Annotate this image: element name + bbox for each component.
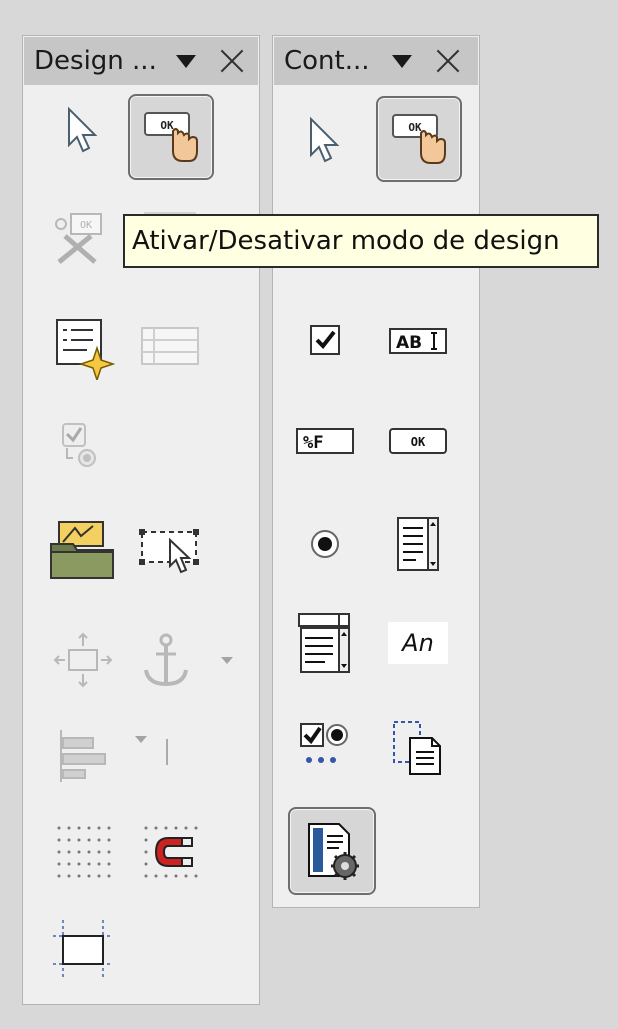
form-navigator-button[interactable]: [128, 508, 212, 592]
close-icon[interactable]: [220, 49, 244, 73]
label-field-icon: An: [388, 622, 448, 664]
combo-box-button[interactable]: [283, 601, 367, 685]
formatted-field-button[interactable]: %F: [283, 398, 367, 482]
snap-to-grid-button[interactable]: [128, 810, 212, 894]
form-properties-icon: [56, 319, 115, 380]
snap-to-grid-icon: [144, 826, 198, 878]
add-field-button: [41, 408, 125, 492]
option-button-button[interactable]: [283, 502, 367, 586]
more-controls-button[interactable]: [283, 704, 367, 788]
form-controls-panel: Cont... OK AB %F OK An: [272, 35, 480, 908]
option-button-icon: [311, 530, 339, 558]
position-and-size-button: [41, 618, 125, 702]
ok-label: OK: [408, 121, 422, 134]
list-box-icon: [397, 517, 439, 571]
push-button-button[interactable]: OK: [376, 398, 460, 482]
form-controls-titlebar[interactable]: Cont...: [274, 37, 478, 85]
more-controls-icon: [300, 723, 348, 763]
tooltip-text: Ativar/Desativar modo de design: [132, 226, 560, 256]
helplines-icon: [53, 920, 113, 980]
align-button: [41, 714, 125, 798]
form-design-button[interactable]: [376, 704, 460, 788]
form-navigator-icon: [139, 529, 199, 574]
design-mode-icon: OK: [392, 114, 446, 164]
select-arrow-icon: [68, 106, 98, 153]
ok-label: OK: [80, 220, 92, 231]
design-mode-toggle-button[interactable]: OK: [128, 94, 214, 180]
select-tool-button[interactable]: [41, 88, 125, 172]
formatted-field-label: %F: [303, 433, 323, 453]
push-button-icon: OK: [389, 428, 447, 454]
close-icon[interactable]: [436, 49, 460, 73]
list-box-button[interactable]: [376, 502, 460, 586]
combo-box-icon: [298, 613, 350, 673]
select-tool-button[interactable]: [283, 98, 367, 182]
anchor-icon: [144, 633, 188, 687]
form-controls-title: Cont...: [284, 46, 370, 76]
text-box-icon: AB: [389, 328, 447, 354]
design-toolbar-title: Design ...: [34, 46, 157, 76]
label-field-button[interactable]: An: [376, 601, 460, 685]
align-separator: [166, 739, 168, 765]
design-toolbar-titlebar[interactable]: Design ...: [24, 37, 258, 85]
tab-order-icon: [141, 327, 199, 365]
display-grid-icon: [57, 826, 111, 878]
form-design-icon: [393, 721, 441, 775]
ok-label: OK: [160, 119, 174, 132]
text-box-button[interactable]: AB: [376, 298, 460, 382]
control-properties-button: OK: [41, 196, 125, 280]
formatted-field-icon: %F: [296, 428, 354, 454]
wizards-on-off-button[interactable]: [288, 807, 376, 895]
anchor-button: [128, 618, 212, 702]
design-mode-icon: OK: [144, 112, 198, 162]
label-field-text: An: [402, 629, 434, 657]
helplines-while-moving-button[interactable]: [41, 908, 125, 992]
text-box-label: AB: [396, 333, 422, 353]
design-mode-toggle-button[interactable]: OK: [376, 96, 462, 182]
open-in-design-mode-icon: [50, 521, 114, 579]
toolbar-menu-dropdown-icon[interactable]: [176, 55, 196, 68]
control-properties-icon: OK: [55, 213, 102, 264]
activation-order-button: [128, 306, 212, 390]
checkbox-icon: [310, 325, 340, 355]
select-arrow-icon: [310, 116, 340, 163]
toolbar-menu-dropdown-icon[interactable]: [392, 55, 412, 68]
display-grid-button[interactable]: [41, 810, 125, 894]
anchor-dropdown-icon: [221, 657, 233, 664]
design-toolbar-panel: Design ... OK OK: [22, 35, 260, 1005]
align-dropdown-icon: [135, 736, 147, 743]
design-mode-tooltip: Ativar/Desativar modo de design: [123, 214, 599, 268]
check-box-button[interactable]: [283, 298, 367, 382]
form-properties-button[interactable]: [41, 306, 125, 390]
add-field-icon: [62, 423, 96, 467]
open-in-design-mode-button[interactable]: [41, 508, 125, 592]
align-icon: [60, 730, 106, 782]
push-button-label: OK: [411, 435, 426, 449]
position-size-icon: [53, 632, 113, 688]
wizards-icon: [308, 823, 359, 880]
